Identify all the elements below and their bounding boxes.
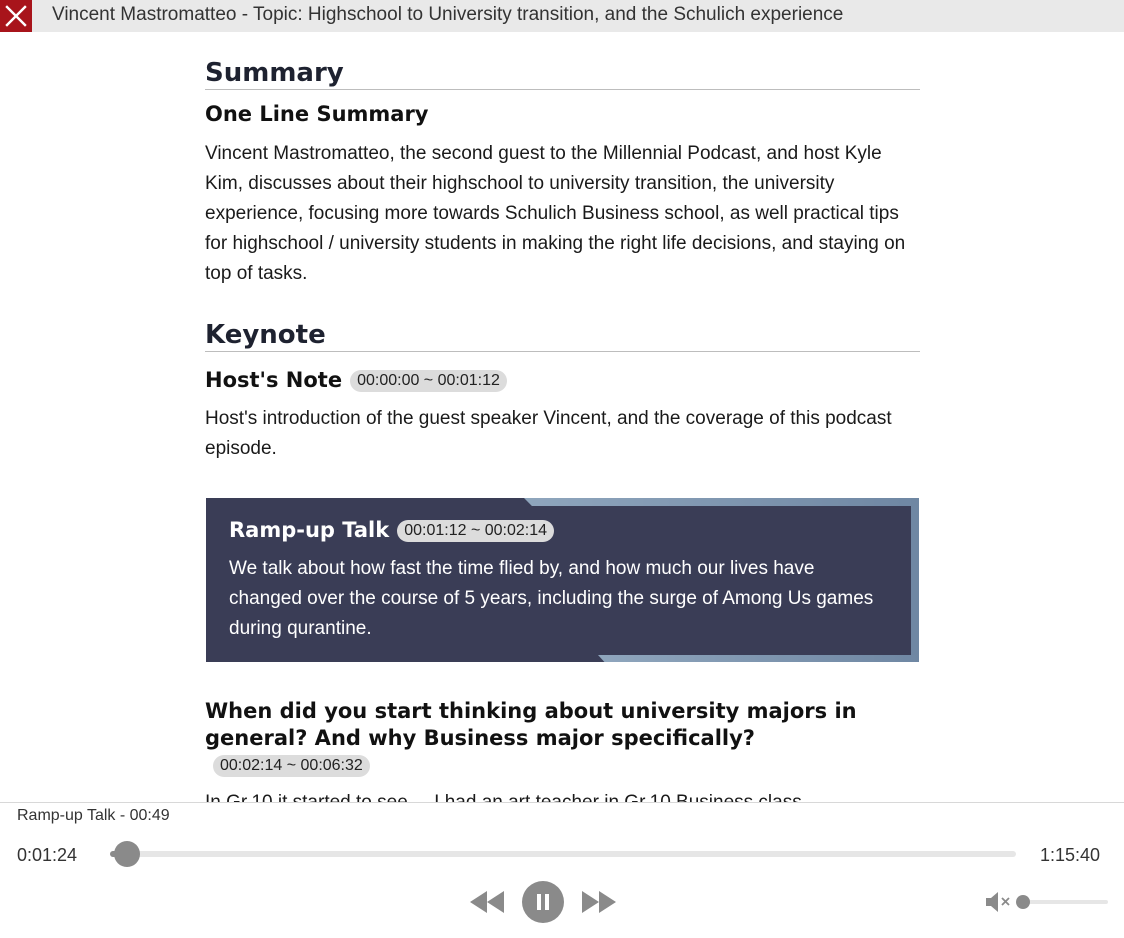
decorative-stripe bbox=[524, 498, 919, 506]
section-title: Host's Note bbox=[205, 368, 343, 392]
episode-notes[interactable]: Summary One Line Summary Vincent Mastrom… bbox=[0, 32, 1124, 802]
section-text: Host's introduction of the guest speaker… bbox=[205, 408, 892, 459]
section-heading: When did you start thinking about univer… bbox=[205, 698, 917, 779]
keynote-heading: Keynote bbox=[205, 320, 920, 352]
close-icon bbox=[5, 5, 27, 27]
section-text: We talk about how fast the time flied by… bbox=[229, 558, 874, 639]
section-title: When did you start thinking about univer… bbox=[205, 699, 857, 750]
section-heading: Host's Note 00:00:00 ~ 00:01:12 bbox=[205, 368, 507, 392]
fast-forward-icon bbox=[582, 891, 616, 913]
audio-player: Ramp-up Talk - 00:49 0:01:24 1:15:40 bbox=[0, 802, 1124, 938]
fast-forward-button[interactable] bbox=[582, 891, 616, 917]
timestamp-badge[interactable]: 00:00:00 ~ 00:01:12 bbox=[350, 370, 507, 392]
window-title: Vincent Mastromatteo - Topic: Highschool… bbox=[52, 4, 844, 25]
pause-button[interactable] bbox=[522, 881, 564, 923]
seek-bar[interactable] bbox=[110, 841, 1016, 867]
volume-handle[interactable] bbox=[1016, 895, 1031, 909]
rewind-icon bbox=[470, 891, 504, 913]
decorative-stripe bbox=[598, 655, 919, 662]
highlighted-section: Ramp-up Talk 00:01:12 ~ 00:02:14 We talk … bbox=[206, 498, 919, 662]
muted-speaker-icon bbox=[986, 892, 1010, 912]
summary-text: Vincent Mastromatteo, the second guest t… bbox=[205, 143, 906, 284]
close-button[interactable] bbox=[0, 0, 32, 32]
current-time: 0:01:24 bbox=[17, 845, 78, 865]
section-text: In Gr.10 it started to see, ...I had an … bbox=[205, 788, 917, 802]
volume-slider[interactable] bbox=[1016, 895, 1108, 909]
section-heading: Ramp-up Talk 00:01:12 ~ 00:02:14 bbox=[229, 518, 555, 542]
pause-icon bbox=[537, 894, 549, 910]
mute-button[interactable] bbox=[986, 892, 1016, 916]
rewind-button[interactable] bbox=[470, 891, 504, 917]
timestamp-badge[interactable]: 00:02:14 ~ 00:06:32 bbox=[213, 755, 370, 777]
now-playing-label: Ramp-up Talk - 00:49 bbox=[17, 807, 170, 824]
timestamp-badge[interactable]: 00:01:12 ~ 00:02:14 bbox=[397, 520, 555, 542]
decorative-stripe bbox=[911, 498, 919, 662]
summary-heading: Summary bbox=[205, 58, 920, 90]
section-title: Ramp-up Talk bbox=[229, 518, 390, 542]
total-time: 1:15:40 bbox=[1040, 845, 1101, 865]
one-line-summary-heading: One Line Summary bbox=[205, 102, 429, 126]
seek-handle[interactable] bbox=[113, 841, 140, 867]
title-bar: Vincent Mastromatteo - Topic: Highschool… bbox=[0, 0, 1124, 32]
